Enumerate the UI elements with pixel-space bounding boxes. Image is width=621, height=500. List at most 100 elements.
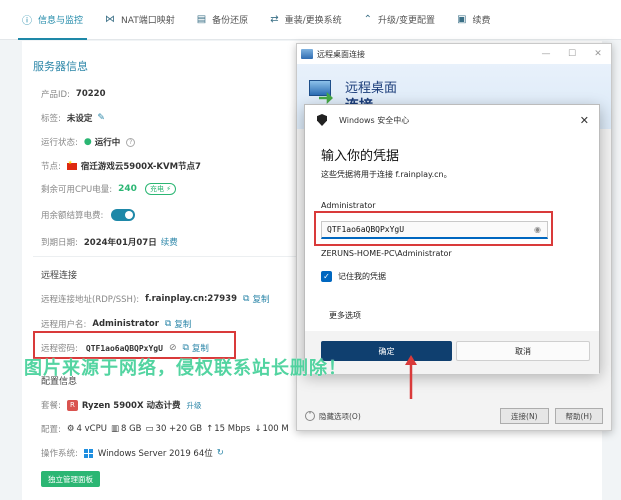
cancel-button[interactable]: 取消 [456, 341, 590, 361]
upgrade-link[interactable]: 升级 [186, 400, 201, 411]
red-arrow-icon [405, 355, 417, 399]
rdp-banner-line1: 远程桌面 [345, 81, 398, 96]
config-label: 配置: [41, 425, 61, 435]
hide-options-toggle[interactable]: ˄ 隐藏选项(O) [305, 411, 361, 422]
tab-label: 升级/变更配置 [378, 16, 436, 26]
node-value: 宿迁游戏云5900X-KVM节点7 [80, 162, 201, 172]
remember-credentials-label: 记住我的凭据 [338, 272, 386, 281]
help-icon[interactable]: ? [126, 137, 136, 147]
remote-user-label: 远程用户名: [41, 320, 87, 330]
vcpu-value: 4 vCPU [76, 424, 107, 434]
cpu-chip-icon: ⚙ [66, 424, 75, 434]
expire-row: 到期日期: 2024年01月07日 续费 [41, 236, 178, 248]
watermark-text: 图片来源于网络，侵权联系站长删除！ [24, 358, 347, 379]
rdp-footer: ˄ 隐藏选项(O) 连接(N) 帮助(H) [297, 402, 611, 430]
connect-button[interactable]: 连接(N) [500, 408, 549, 424]
management-panel-button[interactable]: 独立管理面板 [41, 471, 100, 487]
disk-icon: ▭ [145, 424, 154, 434]
remote-connection-heading: 远程连接 [41, 271, 78, 281]
tag-row: 标签: 未设定 ✎ [41, 112, 105, 124]
bandwidth-value: 15 Mbps [214, 424, 251, 434]
tab-label: 重装/更换系统 [284, 16, 342, 26]
reveal-password-icon[interactable]: ◉ [534, 225, 541, 234]
rdp-window-title: 远程桌面连接 [317, 49, 365, 59]
charge-button[interactable]: 充电 ⚡ [144, 183, 177, 195]
remote-desktop-logo-icon [307, 78, 335, 104]
remote-address-value: f.rainplay.cn:27939 [145, 294, 238, 304]
help-button[interactable]: 帮助(H) [554, 408, 603, 424]
charge-button-label: 充电 [149, 185, 164, 193]
cpu-power-value: 240 [118, 184, 137, 194]
credential-subtitle: 这些凭据将用于连接 f.rainplay.cn。 [321, 170, 452, 179]
tab-swap[interactable]: ⇄ 重装/更换系统 [270, 0, 341, 40]
refresh-icon[interactable]: ↻ [217, 448, 224, 458]
tag-value: 未设定 [66, 114, 93, 124]
hide-options-label: 隐藏选项(O) [319, 411, 361, 421]
china-flag-icon [66, 160, 77, 170]
copy-address-link[interactable]: 复制 [252, 293, 269, 305]
config-row: 配置: ⚙ 4 vCPU ▥ 8 GB ▭ 30 +20 GB ↑ 15 Mbp… [41, 423, 289, 435]
tab-backup[interactable]: ▤ 备份还原 [197, 0, 248, 40]
product-id-row: 产品ID: 70220 [41, 88, 106, 100]
more-options-link[interactable]: 更多选项 [329, 310, 361, 321]
tab-renew[interactable]: ▣ 续费 [457, 0, 490, 40]
cpu-power-label: 剩余可用CPU电量: [41, 185, 113, 195]
remote-address-label: 远程连接地址(RDP/SSH): [41, 295, 140, 305]
server-info-title: 服务器信息 [33, 60, 88, 73]
credential-title: 输入你的凭据 [321, 149, 400, 164]
tab-upgrade[interactable]: ⌃ 升级/变更配置 [364, 0, 435, 40]
top-tab-bar: ⓘ 信息与监控 ⋈ NAT端口映射 ▤ 备份还原 ⇄ 重装/更换系统 ⌃ 升级/变更配置 ▣ 续费 [0, 0, 621, 40]
password-field[interactable]: QTF1ao6aQBQPxYgU ◉ [321, 221, 548, 239]
run-status-value: 运行中 [94, 138, 121, 148]
package-value: Ryzen 5900X 动态计费 [81, 401, 181, 411]
shield-icon [317, 114, 327, 126]
os-value: Windows Server 2019 64位 [97, 449, 213, 459]
ram-value: 8 GB [120, 424, 142, 434]
credential-dialog-titlebar: Windows 安全中心 ✕ [305, 105, 599, 135]
disk-value: 30 +20 GB [155, 424, 203, 434]
checkbox-checked-icon[interactable]: ✓ [321, 271, 332, 282]
maximize-icon[interactable]: ☐ [559, 49, 585, 59]
node-label: 节点: [41, 162, 61, 172]
os-label: 操作系统: [41, 449, 78, 459]
tab-network[interactable]: ⋈ NAT端口映射 [105, 0, 175, 40]
renew-link[interactable]: 续费 [161, 236, 178, 248]
minimize-icon[interactable]: — [533, 49, 559, 59]
tab-info[interactable]: ⓘ 信息与监控 [17, 0, 88, 40]
edit-icon[interactable]: ✎ [97, 113, 105, 123]
ram-icon: ▥ [110, 424, 119, 434]
ryzen-icon: R [66, 399, 78, 411]
copy-user-link[interactable]: 复制 [174, 318, 191, 330]
running-status-icon: ● [83, 137, 92, 147]
backup-icon: ▤ [196, 14, 207, 25]
chevron-up-icon: ˄ [305, 411, 315, 421]
tab-label: 备份还原 [212, 16, 249, 26]
traffic-value: 100 M [262, 424, 289, 434]
package-label: 套餐: [41, 401, 61, 411]
run-status-row: 运行状态: ● 运行中 ? [41, 136, 136, 148]
close-icon[interactable]: ✕ [585, 49, 611, 59]
tab-label: 信息与监控 [38, 16, 84, 26]
expire-label: 到期日期: [41, 238, 78, 248]
balance-toggle[interactable] [111, 209, 136, 221]
management-panel-button-label: 独立管理面板 [48, 474, 93, 484]
remote-user-value: Administrator [92, 319, 159, 329]
tab-label: NAT端口映射 [121, 16, 175, 26]
balance-row: 用余额结算电费: [41, 209, 136, 221]
copy-icon[interactable]: ⧉ [243, 294, 249, 304]
product-id-label: 产品ID: [41, 90, 70, 100]
balance-label: 用余额结算电费: [41, 211, 104, 221]
expire-value: 2024年01月07日 [83, 238, 157, 248]
network-icon: ⋈ [105, 14, 116, 25]
window-controls: — ☐ ✕ [533, 49, 611, 59]
run-status-label: 运行状态: [41, 138, 78, 148]
tag-label: 标签: [41, 114, 61, 124]
tab-label: 续费 [472, 16, 491, 26]
remote-address-row: 远程连接地址(RDP/SSH): f.rainplay.cn:27939 ⧉ 复… [41, 293, 269, 305]
copy-icon[interactable]: ⧉ [165, 319, 171, 329]
close-icon[interactable]: ✕ [580, 114, 589, 127]
traffic-icon: ↓ [254, 424, 262, 434]
credential-dialog: Windows 安全中心 ✕ 输入你的凭据 这些凭据将用于连接 f.rainpl… [304, 104, 600, 374]
remember-credentials-row[interactable]: ✓ 记住我的凭据 [321, 271, 386, 282]
remote-desktop-icon [301, 49, 313, 59]
